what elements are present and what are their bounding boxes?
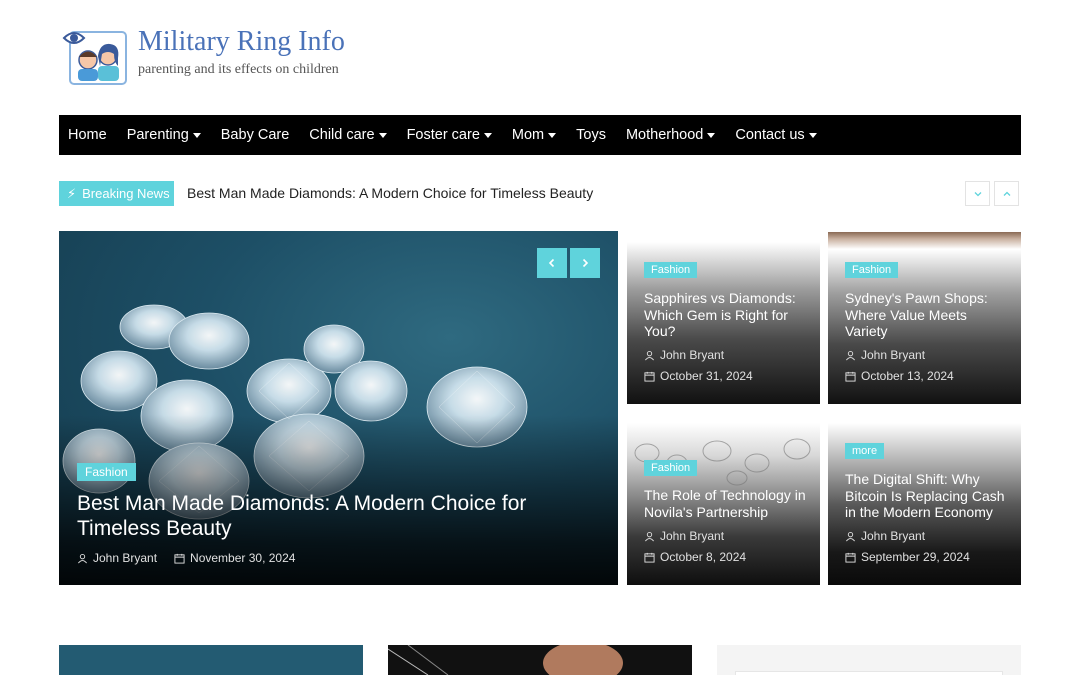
chevron-right-icon [582, 258, 589, 268]
nav-baby-care-label: Baby Care [220, 127, 290, 143]
user-icon [645, 350, 654, 360]
post-thumbnail[interactable] [59, 645, 363, 675]
card-category-badge[interactable]: more [845, 443, 885, 459]
user-icon [846, 350, 855, 360]
hero-meta: John Bryant November 30, 2024 [77, 551, 312, 565]
ticker-down-button[interactable] [965, 181, 990, 206]
post-card[interactable]: Fashion The Role of Technology in Novila… [627, 423, 820, 585]
hand-image [388, 645, 623, 675]
caret-down-icon [378, 133, 387, 138]
nav-child-care[interactable]: Child care [309, 127, 387, 143]
card-date-text: September 29, 2024 [861, 550, 970, 564]
sidebar-widget-box [735, 671, 1003, 675]
card-date-text: October 31, 2024 [660, 369, 753, 383]
nav-contact-us[interactable]: Contact us [735, 127, 817, 143]
post-card[interactable]: Fashion Sydney's Pawn Shops: Where Value… [828, 232, 1021, 404]
calendar-icon [644, 552, 655, 563]
nav-parenting-label: Parenting [126, 127, 189, 143]
calendar-icon [845, 552, 856, 563]
hero-date[interactable]: November 30, 2024 [174, 551, 295, 565]
nav-motherhood-label: Motherhood [625, 127, 704, 143]
site-title[interactable]: Military Ring Info [138, 26, 345, 58]
card-category-badge[interactable]: Fashion [644, 262, 698, 278]
breaking-news-label-text: Breaking News [82, 186, 170, 201]
nav-home[interactable]: Home [68, 127, 107, 143]
nav-toys[interactable]: Toys [576, 127, 606, 143]
hero-date-text: November 30, 2024 [190, 551, 296, 565]
chevron-down-icon [974, 191, 981, 196]
site-logo[interactable]: Military Ring Info parenting and its eff… [62, 26, 362, 88]
featured-slider[interactable]: Fashion Best Man Made Diamonds: A Modern… [59, 231, 618, 585]
card-category-badge[interactable]: Fashion [845, 262, 899, 278]
chevron-up-icon [1003, 191, 1010, 196]
nav-toys-label: Toys [576, 127, 606, 143]
nav-foster-care-label: Foster care [406, 127, 480, 143]
hero-category-badge[interactable]: Fashion [77, 463, 136, 481]
post-thumbnail[interactable] [388, 645, 692, 675]
post-card[interactable]: more The Digital Shift: Why Bitcoin Is R… [828, 423, 1021, 585]
ticker-up-button[interactable] [994, 181, 1019, 206]
bolt-icon: ⚡︎ [67, 185, 77, 201]
breaking-news-bar: ⚡︎ Breaking News Best Man Made Diamonds:… [59, 181, 1021, 207]
chevron-left-icon [548, 258, 555, 268]
card-date-text: October 8, 2024 [660, 550, 747, 564]
nav-home-label: Home [68, 127, 107, 143]
user-icon [846, 531, 855, 541]
caret-down-icon [808, 133, 817, 138]
card-title[interactable]: The Digital Shift: Why Bitcoin Is Replac… [845, 471, 1010, 521]
main-navigation: Home Parenting Baby Care Child care Fost… [59, 115, 1021, 155]
post-card[interactable]: Fashion Sapphires vs Diamonds: Which Gem… [627, 242, 820, 404]
card-title[interactable]: Sapphires vs Diamonds: Which Gem is Righ… [644, 290, 809, 340]
card-date[interactable]: September 29, 2024 [845, 550, 970, 564]
card-author-name: John Bryant [660, 529, 725, 543]
card-date[interactable]: October 8, 2024 [644, 550, 746, 564]
card-date-text: October 13, 2024 [861, 369, 954, 383]
card-category-badge[interactable]: Fashion [644, 460, 698, 476]
slider-next-button[interactable] [570, 248, 600, 278]
breaking-news-label: ⚡︎ Breaking News [59, 181, 174, 206]
nav-mom[interactable]: Mom [511, 127, 557, 143]
card-title[interactable]: The Role of Technology in Novila's Partn… [644, 487, 809, 520]
card-title[interactable]: Sydney's Pawn Shops: Where Value Meets V… [845, 290, 1010, 340]
calendar-icon [644, 371, 655, 382]
card-author[interactable]: John Bryant [644, 348, 724, 362]
card-date[interactable]: October 13, 2024 [845, 369, 954, 383]
card-author[interactable]: John Bryant [845, 529, 925, 543]
site-tagline: parenting and its effects on children [138, 62, 339, 77]
nav-foster-care[interactable]: Foster care [407, 127, 492, 143]
calendar-icon [845, 371, 856, 382]
family-logo-icon [62, 31, 127, 85]
nav-motherhood[interactable]: Motherhood [625, 127, 716, 143]
nav-mom-label: Mom [511, 127, 545, 143]
card-author-name: John Bryant [660, 348, 725, 362]
caret-down-icon [548, 133, 557, 138]
sidebar-widget [717, 645, 1021, 675]
hero-author-name: John Bryant [93, 551, 158, 565]
hero-author[interactable]: John Bryant [77, 551, 157, 565]
nav-baby-care[interactable]: Baby Care [221, 127, 290, 143]
caret-down-icon [192, 133, 201, 138]
nav-parenting[interactable]: Parenting [127, 127, 201, 143]
slider-prev-button[interactable] [537, 248, 567, 278]
card-date[interactable]: October 31, 2024 [644, 369, 753, 383]
card-author[interactable]: John Bryant [845, 348, 925, 362]
user-icon [645, 531, 654, 541]
card-author-name: John Bryant [861, 348, 926, 362]
calendar-icon [174, 553, 185, 564]
breaking-news-headline[interactable]: Best Man Made Diamonds: A Modern Choice … [187, 185, 593, 201]
caret-down-icon [707, 133, 716, 138]
caret-down-icon [483, 133, 492, 138]
nav-child-care-label: Child care [309, 127, 375, 143]
nav-contact-us-label: Contact us [735, 127, 805, 143]
user-icon [78, 553, 87, 563]
card-author-name: John Bryant [861, 529, 926, 543]
hero-title[interactable]: Best Man Made Diamonds: A Modern Choice … [77, 491, 607, 541]
card-author[interactable]: John Bryant [644, 529, 724, 543]
